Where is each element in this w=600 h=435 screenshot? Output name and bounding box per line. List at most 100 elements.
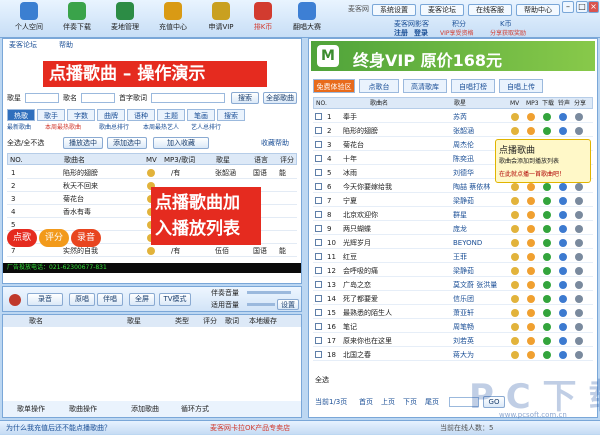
tab-2[interactable]: 字数 bbox=[67, 109, 95, 121]
stop-icon[interactable] bbox=[9, 294, 21, 306]
pager-next[interactable]: 下页 bbox=[403, 395, 417, 409]
list-item[interactable]: 8 北京欢迎你 群星 bbox=[313, 209, 593, 221]
status-store-link[interactable]: 麦客网卡拉OK产品专卖店 bbox=[210, 421, 290, 435]
list-item[interactable]: 1 奉手 苏芮 bbox=[313, 111, 593, 123]
request-tab-2[interactable]: 高清歌库 bbox=[403, 79, 447, 93]
mv-icon[interactable] bbox=[511, 267, 519, 275]
row-checkbox[interactable] bbox=[315, 211, 322, 218]
list-item[interactable]: 14 死了都要爱 信乐团 bbox=[313, 293, 593, 305]
share-icon[interactable] bbox=[575, 113, 583, 121]
toolbar-mic-manage[interactable]: 麦地管理 bbox=[100, 2, 150, 36]
cell-singer[interactable]: 周杰伦 bbox=[453, 139, 474, 151]
accompany-button[interactable]: 伴唱 bbox=[97, 293, 123, 306]
row-checkbox[interactable] bbox=[315, 141, 322, 148]
tab-5[interactable]: 主题 bbox=[157, 109, 185, 121]
download-icon[interactable] bbox=[543, 309, 551, 317]
login-link[interactable]: 登录 bbox=[414, 28, 428, 38]
add-selected-button[interactable]: 添加选中 bbox=[107, 137, 147, 149]
list-item[interactable]: 17 原来你也在这里 刘若英 bbox=[313, 335, 593, 347]
download-icon[interactable] bbox=[543, 253, 551, 261]
minimize-button[interactable]: – bbox=[562, 1, 574, 13]
download-icon[interactable] bbox=[543, 113, 551, 121]
list-item[interactable]: 10 光辉岁月 BEYOND bbox=[313, 237, 593, 249]
settings-link[interactable]: 系统设置 bbox=[372, 4, 416, 16]
list-item[interactable]: 7 宁夏 梁静茹 bbox=[313, 195, 593, 207]
row-checkbox[interactable] bbox=[315, 323, 322, 330]
download-icon[interactable] bbox=[543, 127, 551, 135]
cell-singer[interactable]: BEYOND bbox=[453, 237, 482, 249]
pager-prev[interactable]: 上页 bbox=[381, 395, 395, 409]
mp3-icon[interactable] bbox=[527, 309, 535, 317]
row-checkbox[interactable] bbox=[315, 337, 322, 344]
cell-singer[interactable]: 陶喆 蔡依林 bbox=[453, 181, 490, 193]
cell-singer[interactable]: 梁静茹 bbox=[453, 195, 474, 207]
mp3-icon[interactable] bbox=[527, 295, 535, 303]
ringtone-icon[interactable] bbox=[559, 281, 567, 289]
mp3-icon[interactable] bbox=[527, 267, 535, 275]
initial-input[interactable] bbox=[151, 93, 225, 103]
subtab-weekly-hot[interactable]: 本周最热歌曲 bbox=[45, 123, 81, 133]
request-tab-4[interactable]: 自唱上传 bbox=[499, 79, 543, 93]
tv-mode-button[interactable]: TV模式 bbox=[159, 293, 191, 306]
share-icon[interactable] bbox=[575, 295, 583, 303]
mv-icon[interactable] bbox=[511, 239, 519, 247]
tab-3[interactable]: 曲牌 bbox=[97, 109, 125, 121]
row-checkbox[interactable] bbox=[315, 113, 322, 120]
fullscreen-button[interactable]: 全屏 bbox=[129, 293, 155, 306]
share-icon[interactable] bbox=[575, 351, 583, 359]
mv-icon[interactable] bbox=[511, 351, 519, 359]
close-button[interactable]: × bbox=[588, 1, 599, 13]
share-icon[interactable] bbox=[575, 225, 583, 233]
register-link[interactable]: 注册 bbox=[394, 28, 408, 38]
share-icon[interactable] bbox=[575, 281, 583, 289]
share-icon[interactable] bbox=[575, 337, 583, 345]
status-faq-link[interactable]: 为什么我充值后还不能点播歌曲？ bbox=[6, 421, 111, 435]
song-name-input[interactable] bbox=[81, 93, 115, 103]
tab-1[interactable]: 歌手 bbox=[37, 109, 65, 121]
mp3-icon[interactable] bbox=[527, 253, 535, 261]
ringtone-icon[interactable] bbox=[559, 211, 567, 219]
list-item[interactable]: 2 陷形的翅膀 张韶涵 bbox=[313, 125, 593, 137]
row-checkbox[interactable] bbox=[315, 225, 322, 232]
subtab-artist-rank[interactable]: 艺人总排行 bbox=[191, 123, 221, 133]
request-tab-0[interactable]: 免费体验区 bbox=[313, 79, 355, 93]
pitch-slider[interactable] bbox=[247, 303, 275, 306]
row-checkbox[interactable] bbox=[315, 183, 322, 190]
row-checkbox[interactable] bbox=[315, 309, 322, 316]
cell-singer[interactable]: 群星 bbox=[453, 209, 467, 221]
row-checkbox[interactable] bbox=[315, 295, 322, 302]
request-tab-1[interactable]: 点歌台 bbox=[359, 79, 399, 93]
share-icon[interactable] bbox=[575, 183, 583, 191]
cell-singer[interactable]: 莫文蔚 张洪量 bbox=[453, 279, 497, 291]
all-songs-button[interactable]: 全部歌曲 bbox=[263, 92, 297, 104]
mv-icon[interactable] bbox=[511, 309, 519, 317]
download-icon[interactable] bbox=[543, 239, 551, 247]
cell-singer[interactable]: 周笔畅 bbox=[453, 321, 474, 333]
ringtone-icon[interactable] bbox=[559, 267, 567, 275]
singer-input[interactable] bbox=[25, 93, 59, 103]
ringtone-icon[interactable] bbox=[559, 309, 567, 317]
mp3-icon[interactable] bbox=[527, 197, 535, 205]
subtab-latest[interactable]: 最新歌曲 bbox=[7, 124, 31, 131]
volume-slider[interactable] bbox=[247, 291, 291, 294]
download-icon[interactable] bbox=[543, 281, 551, 289]
select-all-checkbox[interactable]: 全选/全不选 bbox=[7, 139, 44, 147]
download-icon[interactable] bbox=[543, 337, 551, 345]
share-icon[interactable] bbox=[575, 309, 583, 317]
share-icon[interactable] bbox=[575, 197, 583, 205]
collect-dropdown[interactable]: 加入收藏 bbox=[153, 137, 209, 149]
download-icon[interactable] bbox=[543, 295, 551, 303]
row-checkbox[interactable] bbox=[315, 127, 322, 134]
mv-icon[interactable] bbox=[511, 127, 519, 135]
pitch-settings-button[interactable]: 设置 bbox=[277, 299, 299, 310]
mp3-icon[interactable] bbox=[527, 281, 535, 289]
forum-link[interactable]: 麦客论坛 bbox=[420, 4, 464, 16]
row-checkbox[interactable] bbox=[315, 239, 322, 246]
mp3-icon[interactable] bbox=[527, 351, 535, 359]
list-item[interactable]: 9 两只蝴蝶 庞龙 bbox=[313, 223, 593, 235]
ringtone-icon[interactable] bbox=[559, 225, 567, 233]
row-checkbox[interactable] bbox=[315, 253, 322, 260]
mv-icon[interactable] bbox=[511, 225, 519, 233]
right-select-all[interactable]: 全选 bbox=[315, 375, 329, 385]
mv-icon[interactable] bbox=[511, 323, 519, 331]
